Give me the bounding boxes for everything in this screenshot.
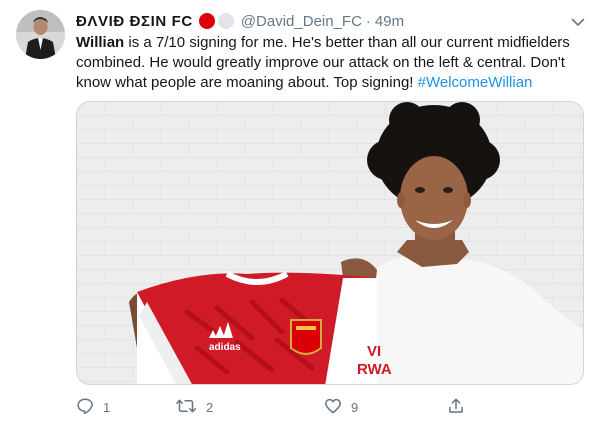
svg-text:VI: VI <box>367 343 381 360</box>
like-count: 9 <box>351 399 359 415</box>
share-button[interactable] <box>447 394 465 420</box>
display-name[interactable]: ĐΛVIĐ ĐΣIN FC <box>76 13 193 30</box>
red-circle-icon <box>198 13 215 29</box>
tweet-photo[interactable]: adidas VI RWA <box>76 101 584 385</box>
white-circle-icon <box>217 13 234 29</box>
reply-icon <box>76 397 94 418</box>
like-icon <box>324 397 342 418</box>
hashtag-link[interactable]: #WelcomeWillian <box>418 74 533 91</box>
separator-dot: · <box>365 12 371 30</box>
like-button[interactable]: 9 <box>324 394 358 420</box>
avatar[interactable] <box>16 10 65 59</box>
retweet-count: 2 <box>206 399 214 415</box>
svg-text:RWA: RWA <box>357 361 392 378</box>
timestamp[interactable]: 49m <box>375 13 404 30</box>
tweet-actions: 1 2 9 <box>76 394 476 420</box>
tweet-text: Willian is a 7/10 signing for me. He's b… <box>76 33 591 93</box>
name-badges <box>198 13 237 29</box>
svg-text:adidas: adidas <box>209 342 241 353</box>
chevron-down-icon[interactable] <box>567 12 589 32</box>
tweet-text-bold: Willian <box>76 34 125 51</box>
reply-button[interactable]: 1 <box>76 394 110 420</box>
retweet-icon <box>175 397 197 418</box>
retweet-button[interactable]: 2 <box>175 394 213 420</box>
tweet-card[interactable]: ĐΛVIĐ ĐΣIN FC @David_Dein_FC · 49m Willi… <box>0 0 607 426</box>
user-handle[interactable]: @David_Dein_FC <box>241 13 362 30</box>
reply-count: 1 <box>103 399 111 415</box>
tweet-header: ĐΛVIĐ ĐΣIN FC @David_Dein_FC · 49m <box>76 10 404 32</box>
share-icon <box>447 397 465 418</box>
